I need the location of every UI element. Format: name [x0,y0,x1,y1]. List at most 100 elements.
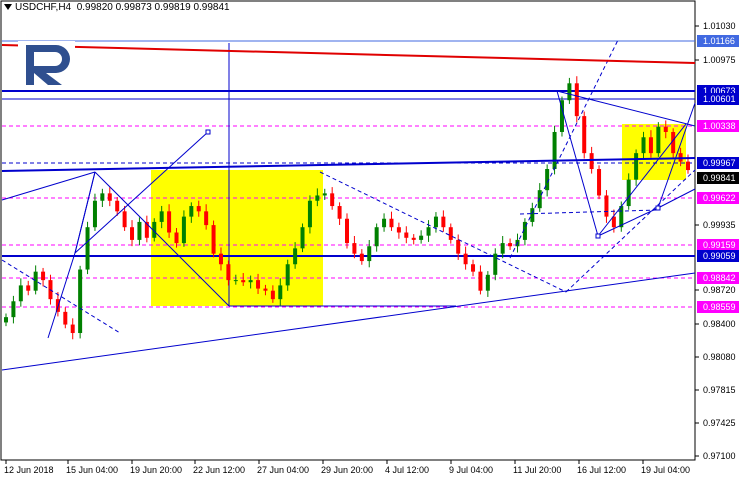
candle-body [100,193,105,201]
time-label: 15 Jun 04:00 [66,465,118,475]
candle-body [41,271,46,281]
time-label: 16 Jul 12:00 [577,465,626,475]
candle-body [337,206,342,219]
r-logo [18,41,75,87]
candle-body [204,211,209,226]
anchor-point-1[interactable] [595,233,601,239]
wave-left [1,171,96,201]
candle-body [589,153,594,170]
candle-body [641,137,646,154]
candle-body [433,216,438,228]
candle-body [500,243,505,254]
candle-body [315,195,320,201]
candle-body [226,264,231,281]
candle-body [411,237,416,240]
price-tag-label: 0.99059 [703,251,736,261]
price-tag-label: 0.98842 [703,273,736,283]
candle-body [345,218,349,244]
candle-body [11,301,16,318]
candle-body [218,253,223,265]
candle-body [107,193,112,201]
axis-price-label: 0.98720 [703,285,736,295]
time-label: 29 Jun 20:00 [321,465,373,475]
candle-body [278,285,283,300]
dash-proj-5 [519,209,659,215]
price-level-tags: 1.011661.006731.006011.003380.999670.998… [697,35,739,313]
candle-body [196,206,201,212]
anchor-point-2[interactable] [655,205,661,211]
axis-price-label: 0.97100 [703,451,736,461]
axis-price-label: 0.97815 [703,385,736,395]
price-tag-label: 0.99622 [703,193,736,203]
candle-body [241,280,246,283]
candle-body [404,232,409,238]
candle-body [396,227,401,233]
candle-body [604,195,609,217]
candle-body [307,200,312,228]
candle-body [167,211,172,233]
candle-body [537,190,542,209]
candle-body [181,216,186,244]
candle-body [463,253,468,265]
candle-body [330,193,335,207]
candle-body [78,269,83,334]
candle-body [233,280,238,282]
candle-body [263,288,268,291]
price-tag-label: 1.00601 [703,94,736,104]
highlight-rect-2 [622,124,686,180]
lower-trend-line [1,272,696,371]
candle-body [33,271,38,291]
candle-body [382,218,387,228]
candle-body [574,83,579,117]
candle-body [367,246,372,262]
candle-body [426,227,431,236]
candle-body [293,248,298,265]
candle-body [174,232,179,244]
price-tag-label: 0.99967 [703,158,736,168]
time-axis-labels: 12 Jun 2018 15 Jun 04:00 19 Jun 20:00 22 Ju… [4,460,690,475]
candle-body [85,227,90,270]
price-tag-label: 0.99841 [703,173,736,183]
price-tag-label: 0.98559 [703,302,736,312]
time-label: 12 Jun 2018 [4,465,54,475]
candle-body [389,218,394,228]
candle-body [530,208,535,222]
candle-body [189,206,194,217]
candle-body [70,324,75,334]
time-label: 19 Jul 04:00 [641,465,690,475]
candle-body [508,243,513,247]
candle-body [352,243,357,254]
candle-body [493,253,498,275]
candle-body [485,274,490,291]
anchor-point-0[interactable] [205,129,211,135]
candle-body [471,264,476,272]
candle-body [478,271,483,291]
candle-body [130,227,135,240]
candle-body [256,280,261,289]
dash-proj-3 [509,39,619,259]
candlesticks [4,76,690,340]
time-label: 22 Jun 12:00 [193,465,245,475]
candle-body [552,131,557,170]
axis-price-label: 0.97425 [703,418,736,428]
axis-price-label: 0.99935 [703,220,736,230]
analysis-lines [2,40,695,308]
axis-price-label: 0.98080 [703,352,736,362]
axis-price-label: 0.98400 [703,319,736,329]
candle-body [122,211,127,228]
candle-body [137,221,142,240]
candle-body [285,264,290,286]
candle-body [26,285,31,291]
time-label: 4 Jul 12:00 [385,465,429,475]
candle-body [656,126,661,154]
candle-body [634,153,639,180]
candle-body [663,126,668,132]
candle-body [211,225,216,254]
trend-lines [1,39,696,371]
axis-price-label: 1.01030 [703,21,736,31]
candle-body [648,137,653,154]
axis-price-label: 1.00975 [703,55,736,65]
candle-body [18,285,23,302]
price-chart[interactable]: 1.011661.006731.006011.003380.999670.998… [0,0,740,480]
candle-body [374,227,379,247]
